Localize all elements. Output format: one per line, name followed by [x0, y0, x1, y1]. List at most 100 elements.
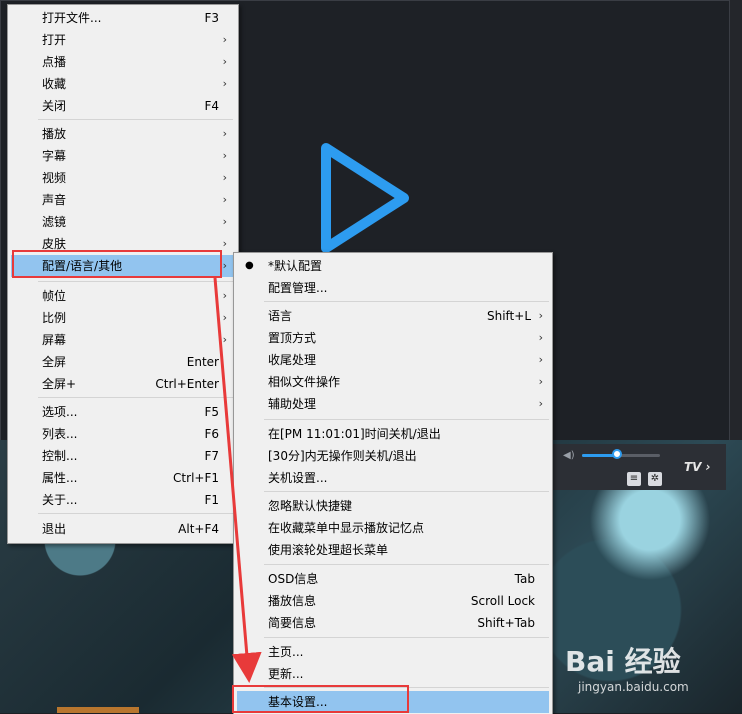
left_menu-item[interactable]: 关于... F1 [11, 489, 233, 511]
left_menu-item[interactable]: 打开文件... F3 [11, 7, 233, 29]
right_menu-item[interactable]: 辅助处理 › [237, 393, 549, 415]
left_menu-item[interactable]: 滤镜 › [11, 211, 233, 233]
left_menu-item[interactable]: 选项... F5 [11, 401, 233, 423]
submenu-arrow-icon: › [222, 237, 227, 250]
submenu-arrow-icon: › [222, 311, 227, 324]
context-menu: 打开文件... F3 打开 › 点播 › 收藏 › 关闭 F4 播放 › 字幕 › 视频 › 声音 › 滤镜 › 皮肤 ›… [7, 4, 239, 544]
left_menu-item[interactable]: 关闭 F4 [11, 95, 233, 117]
right_menu-item[interactable]: 使用滚轮处理超长菜单 [237, 539, 549, 561]
right_menu-item[interactable]: 语言 Shift+L › [237, 305, 549, 327]
left_menu-item-label: 帧位 [42, 289, 67, 303]
left_menu-item-shortcut: Alt+F4 [178, 522, 219, 536]
watermark-logo: Bai 经验 [565, 645, 681, 678]
submenu-arrow-icon: › [538, 353, 543, 366]
left_menu-item-label: 声音 [42, 193, 67, 207]
left_menu-item[interactable]: 视频 › [11, 167, 233, 189]
menu-separator [38, 397, 233, 398]
right_menu-item-label: 更新... [268, 667, 304, 681]
left_menu-item-label: 字幕 [42, 149, 67, 163]
right_menu-item[interactable]: OSD信息 Tab [237, 568, 549, 590]
submenu-arrow-icon: › [222, 55, 227, 68]
left_menu-item-shortcut: F1 [204, 493, 219, 507]
left_menu-item[interactable]: 控制... F7 [11, 445, 233, 467]
left_menu-item-shortcut: F4 [204, 99, 219, 113]
left_menu-item-shortcut: Ctrl+Enter [155, 377, 219, 391]
left_menu-item[interactable]: 列表... F6 [11, 423, 233, 445]
right_menu-item-label: [30分]内无操作则关机/退出 [268, 449, 417, 463]
tv-button[interactable]: TV › [684, 460, 711, 474]
left_menu-item[interactable]: 配置/语言/其他 › [11, 255, 233, 277]
right_menu-item-shortcut: Scroll Lock [470, 594, 535, 608]
gear-icon[interactable]: ✲ [648, 472, 662, 486]
right_menu-item-label: 播放信息 [268, 594, 317, 608]
left_menu-item-shortcut: Ctrl+F1 [173, 471, 219, 485]
left_menu-item[interactable]: 皮肤 › [11, 233, 233, 255]
left_menu-item-label: 打开 [42, 33, 67, 47]
right_menu-item[interactable]: 关机设置... [237, 467, 549, 489]
right_menu-item[interactable]: 在[PM 11:01:01]时间关机/退出 [237, 423, 549, 445]
submenu-arrow-icon: › [538, 331, 543, 344]
right_menu-item-label: 基本设置... [268, 695, 328, 709]
right_menu-item[interactable]: 置顶方式 › [237, 327, 549, 349]
left_menu-item[interactable]: 帧位 › [11, 285, 233, 307]
play-triangle-icon[interactable] [318, 140, 414, 256]
left_menu-item[interactable]: 全屏 Enter [11, 351, 233, 373]
left_menu-item[interactable]: 屏幕 › [11, 329, 233, 351]
right_menu-item[interactable]: 收尾处理 › [237, 349, 549, 371]
right_menu-item-label: *默认配置 [268, 259, 323, 273]
left_menu-item[interactable]: 收藏 › [11, 73, 233, 95]
menu-separator [264, 491, 549, 492]
left_menu-item-label: 比例 [42, 311, 67, 325]
submenu-arrow-icon: › [222, 333, 227, 346]
left_menu-item-shortcut: F5 [204, 405, 219, 419]
submenu-arrow-icon: › [222, 149, 227, 162]
submenu-arrow-icon: › [222, 127, 227, 140]
left_menu-item-shortcut: F3 [204, 11, 219, 25]
left_menu-item-label: 列表... [42, 427, 78, 441]
right_menu-item[interactable]: 基本设置... [237, 691, 549, 713]
right_menu-item[interactable]: 简要信息 Shift+Tab [237, 612, 549, 634]
submenu-arrow-icon: › [222, 289, 227, 302]
left_menu-item-shortcut: F6 [204, 427, 219, 441]
speaker-icon[interactable]: ◀) [563, 450, 575, 461]
menu-separator [264, 419, 549, 420]
left_menu-item-label: 控制... [42, 449, 78, 463]
left_menu-item[interactable]: 打开 › [11, 29, 233, 51]
right_menu-item-label: 配置管理... [268, 281, 328, 295]
left_menu-item[interactable]: 全屏+ Ctrl+Enter [11, 373, 233, 395]
right_menu-item-label: OSD信息 [268, 572, 319, 586]
right_menu-item[interactable]: 配置管理... [237, 277, 549, 299]
right_menu-item[interactable]: 相似文件操作 › [237, 371, 549, 393]
left_menu-item[interactable]: 退出 Alt+F4 [11, 518, 233, 540]
right_menu-item-label: 主页... [268, 645, 304, 659]
right_menu-item[interactable]: 更新... [237, 663, 549, 685]
left_menu-item[interactable]: 属性... Ctrl+F1 [11, 467, 233, 489]
left_menu-item[interactable]: 比例 › [11, 307, 233, 329]
right_menu-item-label: 关机设置... [268, 471, 328, 485]
right_menu-item[interactable]: 忽略默认快捷键 [237, 495, 549, 517]
right_menu-item[interactable]: 主页... [237, 641, 549, 663]
watermark-url: jingyan.baidu.com [578, 680, 689, 694]
right_menu-item-shortcut: Shift+Tab [477, 616, 535, 630]
right_menu-item[interactable]: ● *默认配置 [237, 255, 549, 277]
menu-separator [264, 687, 549, 688]
left_menu-item[interactable]: 点播 › [11, 51, 233, 73]
right_menu-item-label: 简要信息 [268, 616, 317, 630]
config-submenu: ● *默认配置 配置管理... 语言 Shift+L › 置顶方式 › 收尾处理 › 相似文件操作 ›… [233, 252, 553, 714]
left_menu-item-shortcut: F7 [204, 449, 219, 463]
left_menu-item[interactable]: 播放 › [11, 123, 233, 145]
playlist-icon[interactable]: ≡ [627, 472, 641, 486]
right_menu-item[interactable]: 在收藏菜单中显示播放记忆点 [237, 517, 549, 539]
left_menu-item-label: 点播 [42, 55, 67, 69]
left_menu-item[interactable]: 声音 › [11, 189, 233, 211]
right_menu-item-label: 置顶方式 [268, 331, 317, 345]
submenu-arrow-icon: › [222, 77, 227, 90]
right_menu-item[interactable]: 播放信息 Scroll Lock [237, 590, 549, 612]
progress-strip [57, 707, 139, 713]
left_menu-item[interactable]: 字幕 › [11, 145, 233, 167]
left_menu-item-label: 关闭 [42, 99, 67, 113]
right_menu-item-label: 语言 [268, 309, 293, 323]
right_menu-item[interactable]: [30分]内无操作则关机/退出 [237, 445, 549, 467]
submenu-arrow-icon: › [538, 309, 543, 322]
left_menu-item-label: 属性... [42, 471, 78, 485]
